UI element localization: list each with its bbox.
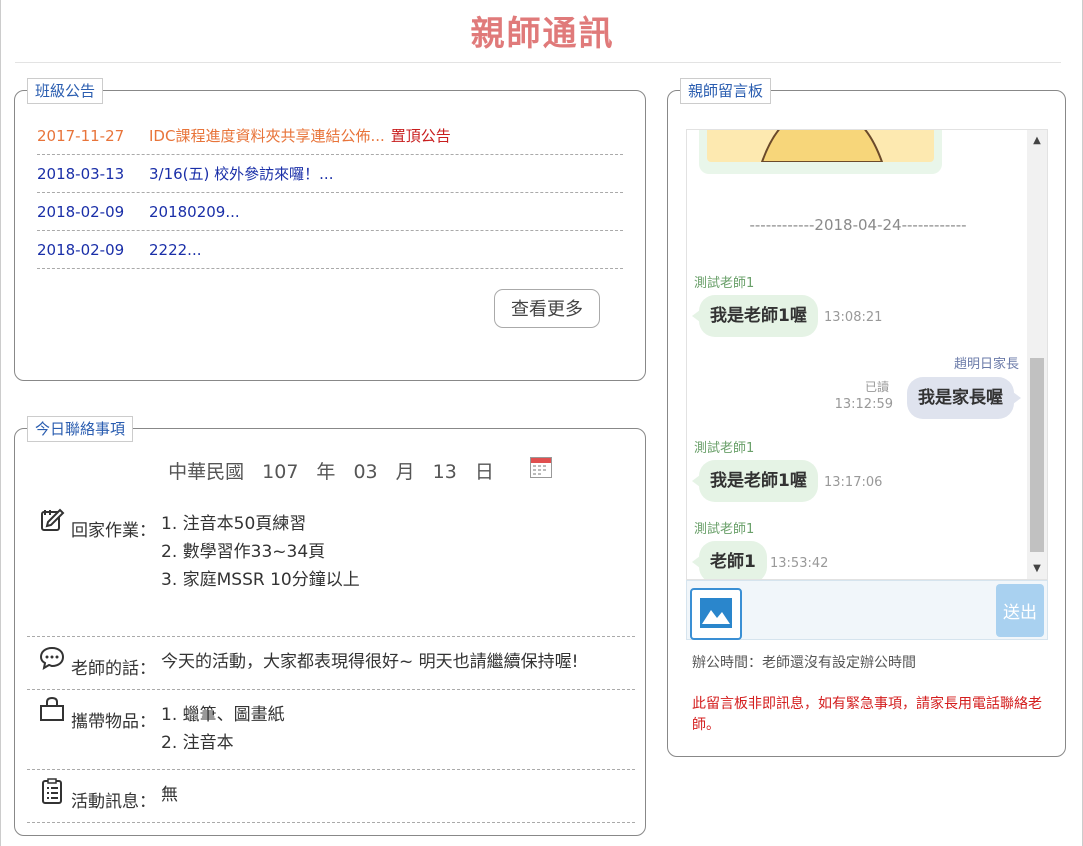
sticker-drawing	[760, 130, 884, 162]
speech-bubble-icon	[39, 646, 65, 671]
carry-items-label: 攜帶物品：	[71, 712, 156, 732]
message-sender: 測試老師1	[694, 276, 755, 291]
urgent-warning: 此留言板非即訊息，如有緊急事項，請家長用電話聯絡老師。	[692, 696, 1042, 733]
announcement-title[interactable]: 3/16(五) 校外參訪來囉！...	[149, 165, 333, 183]
homework-icon	[41, 508, 65, 531]
date-month: 03	[353, 461, 378, 483]
upload-image-button[interactable]	[690, 588, 742, 640]
page-title: 親師通訊	[470, 14, 615, 54]
homework-item: 3. 家庭MSSR 10分鐘以上	[161, 570, 360, 590]
chat-log[interactable]: ------------2018-04-24------------ 測試老師1…	[686, 129, 1048, 580]
date-day-unit: 日	[474, 461, 494, 483]
sticker-message	[699, 130, 942, 174]
sticker-image	[707, 130, 934, 162]
message-sender: 測試老師1	[694, 441, 755, 456]
teacher-words-text: 今天的活動，大家都表現得很好~ 明天也請繼續保持喔!	[161, 652, 579, 672]
scroll-up-arrow-icon[interactable]: ▲	[1032, 135, 1042, 146]
message-board-panel: 親師留言板 ------------2018-04-24------------…	[667, 78, 1066, 757]
clipboard-icon	[42, 778, 62, 804]
send-button[interactable]: 送出	[996, 584, 1044, 637]
teacher-words-label: 老師的話：	[71, 659, 156, 679]
announcement-item[interactable]: 2018-02-09 2222...	[37, 231, 623, 269]
message-time: 13:12:59	[834, 397, 893, 412]
scrollbar-thumb[interactable]	[1030, 358, 1044, 552]
teacher-message-bubble: 我是老師1喔	[692, 460, 818, 502]
teacher-message-bubble: 我是老師1喔	[692, 295, 818, 337]
scroll-down-arrow-icon[interactable]: ▼	[1032, 563, 1042, 574]
view-more-button[interactable]: 查看更多	[494, 289, 600, 328]
date-display: 中華民國 107 年 03 月 13 日	[15, 457, 647, 484]
message-compose-bar: 送出	[686, 580, 1048, 640]
homework-list: 1. 注音本50頁練習 2. 數學習作33~34頁 3. 家庭MSSR 10分鐘…	[161, 510, 360, 594]
pinned-badge: 置頂公告	[390, 127, 451, 145]
announcement-date: 2018-02-09	[37, 203, 125, 221]
message-sender: 趙明日家長	[953, 357, 1019, 372]
carry-item: 2. 注音本	[161, 733, 234, 753]
activity-text: 無	[161, 785, 178, 805]
calendar-icon[interactable]	[530, 457, 552, 478]
announcement-date: 2017-11-27	[37, 127, 125, 145]
teacher-words-text-wrap: 今天的活動，大家都表現得很好~ 明天也請繼續保持喔!	[161, 648, 578, 676]
today-legend: 今日聯絡事項	[27, 416, 134, 442]
image-icon	[700, 598, 732, 628]
announcement-list: 2017-11-27 IDC課程進度資料夾共享連結公佈... 置頂公告 2018-0…	[37, 117, 623, 269]
teacher-words-section: 老師的話： 今天的活動，大家都表現得很好~ 明天也請繼續保持喔!	[27, 637, 635, 690]
message-sender: 測試老師1	[694, 522, 755, 537]
homework-section: 回家作業： 1. 注音本50頁練習 2. 數學習作33~34頁 3. 家庭MSS…	[27, 507, 635, 637]
announcements-legend: 班級公告	[27, 78, 104, 104]
announcements-panel: 班級公告 2017-11-27 IDC課程進度資料夾共享連結公佈... 置頂公告 2…	[14, 78, 646, 381]
date-day: 13	[432, 461, 457, 483]
announcement-title[interactable]: IDC課程進度資料夾共享連結公佈...	[149, 127, 385, 145]
announcement-date: 2018-02-09	[37, 241, 125, 259]
homework-item: 1. 注音本50頁練習	[161, 514, 307, 534]
title-divider	[15, 62, 1061, 63]
chat-date-separator: ------------2018-04-24------------	[749, 216, 967, 234]
message-input[interactable]	[747, 581, 992, 639]
carry-items-section: 攜帶物品： 1. 蠟筆、圖畫紙 2. 注音本	[27, 690, 635, 770]
message-board-legend: 親師留言板	[680, 78, 772, 104]
activity-section: 活動訊息： 無	[27, 770, 635, 823]
announcement-title[interactable]: 20180209...	[149, 203, 240, 221]
date-year-unit: 年	[316, 461, 336, 483]
today-panel: 今日聯絡事項 中華民國 107 年 03 月 13 日 回家作業： 1. 注音本50頁練習 …	[14, 416, 647, 836]
message-time: 13:08:21	[824, 310, 883, 325]
date-month-unit: 月	[395, 461, 415, 483]
announcement-item[interactable]: 2018-02-09 20180209...	[37, 193, 623, 231]
announcement-date: 2018-03-13	[37, 165, 125, 183]
bag-icon	[40, 696, 64, 721]
carry-items-list: 1. 蠟筆、圖畫紙 2. 注音本	[161, 701, 285, 757]
announcement-item[interactable]: 2018-03-13 3/16(五) 校外參訪來囉！...	[37, 155, 623, 193]
date-era: 中華民國	[168, 461, 245, 483]
parent-message-bubble: 我是家長喔	[907, 377, 1021, 419]
date-year: 107	[262, 461, 299, 483]
announcement-title[interactable]: 2222...	[149, 241, 201, 259]
carry-item: 1. 蠟筆、圖畫紙	[161, 705, 285, 725]
homework-item: 2. 數學習作33~34頁	[161, 542, 326, 562]
read-status: 已讀	[864, 380, 889, 394]
message-time: 13:53:42	[770, 556, 829, 571]
message-time: 13:17:06	[824, 475, 883, 490]
activity-text-wrap: 無	[161, 781, 178, 809]
office-hours: 辦公時間：老師還沒有設定辦公時間	[692, 655, 916, 671]
activity-label: 活動訊息：	[71, 792, 156, 812]
teacher-message-bubble: 老師1	[692, 541, 767, 579]
announcement-item[interactable]: 2017-11-27 IDC課程進度資料夾共享連結公佈... 置頂公告	[37, 117, 623, 155]
chat-scrollbar[interactable]: ▲ ▼	[1027, 130, 1047, 579]
homework-label: 回家作業：	[71, 521, 156, 541]
